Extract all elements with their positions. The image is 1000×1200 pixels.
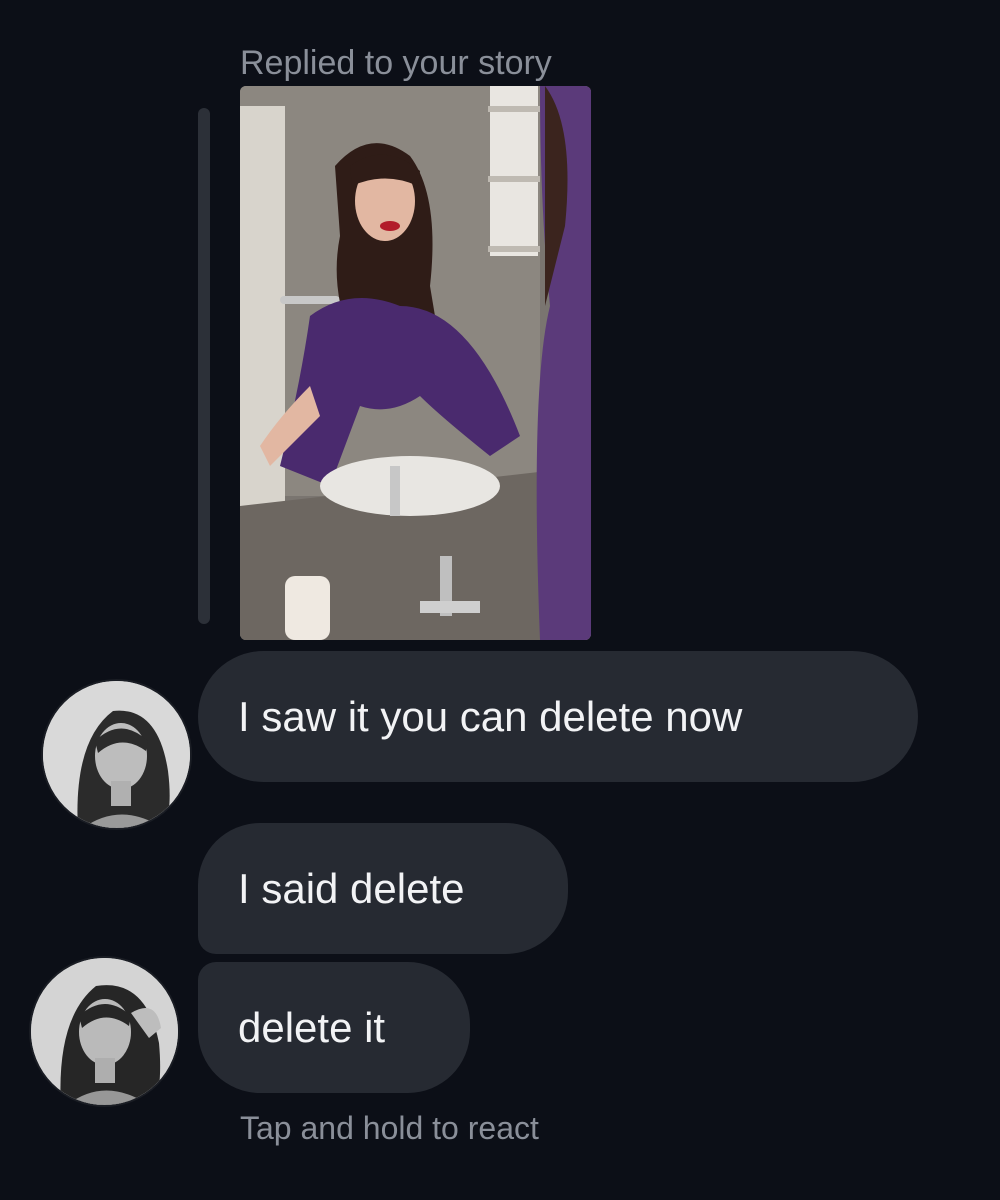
profile-photo-icon xyxy=(43,681,190,828)
tap-and-hold-hint: Tap and hold to react xyxy=(240,1110,539,1146)
reply-indicator-bar xyxy=(198,108,210,624)
story-photo-icon xyxy=(240,86,591,640)
message-bubble[interactable]: delete it xyxy=(198,962,470,1093)
message-bubble[interactable]: I saw it you can delete now xyxy=(198,651,918,782)
replied-to-story-label: Replied to your story xyxy=(240,44,552,82)
profile-photo-icon xyxy=(31,958,178,1105)
message-bubble[interactable]: I said delete xyxy=(198,823,568,954)
avatar[interactable] xyxy=(29,956,180,1107)
story-thumbnail[interactable] xyxy=(240,86,591,640)
avatar[interactable] xyxy=(41,679,192,830)
